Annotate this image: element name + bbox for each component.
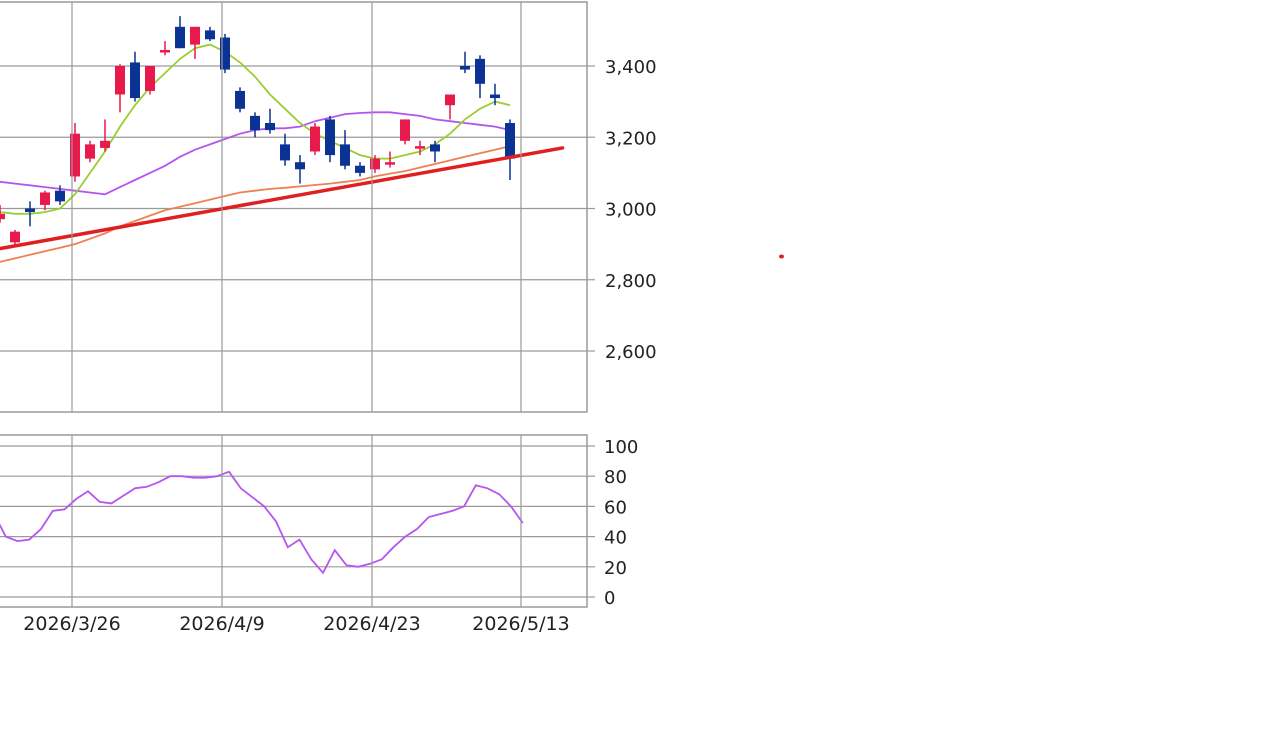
candle-up — [385, 162, 395, 165]
price-tick-label: 2,800 — [605, 271, 657, 292]
candle-down — [205, 30, 215, 40]
candle-down — [475, 58, 485, 84]
price-y-axis-labels: 2,600 2,800 3,000 3,200 3,400 — [605, 57, 657, 363]
candle-up — [160, 49, 170, 53]
candle-down — [175, 26, 185, 49]
candle-down — [250, 115, 260, 131]
candle-up — [115, 66, 125, 95]
candle-up — [400, 119, 410, 141]
x-axis-date-label: 2026/3/26 — [23, 613, 120, 635]
candle-up — [0, 213, 5, 220]
candle-down — [280, 144, 290, 161]
candle-down — [460, 66, 470, 70]
candle-down — [430, 144, 440, 152]
oscillator-tick-label: 0 — [604, 588, 615, 609]
oscillator-y-axis-labels: 0 20 40 60 80 100 — [604, 437, 638, 609]
candle-up — [100, 140, 110, 148]
oscillator-panel: 0 20 40 60 80 100 — [0, 434, 638, 609]
candle-down — [340, 144, 350, 166]
x-axis-date-label: 2026/4/9 — [179, 613, 264, 635]
candle-down — [265, 123, 275, 131]
candle-up — [10, 231, 20, 243]
candle-down — [25, 208, 35, 213]
candle-down — [130, 62, 140, 99]
candle-up — [85, 144, 95, 159]
candle-down — [355, 165, 365, 173]
candle-down — [295, 162, 305, 170]
oscillator-tick-label: 40 — [604, 528, 627, 549]
x-axis-date-label: 2026/4/23 — [323, 613, 420, 635]
candle-down — [325, 119, 335, 156]
oscillator-tick-label: 100 — [604, 437, 638, 458]
price-tick-label: 3,400 — [605, 57, 657, 78]
candle-up — [445, 94, 455, 106]
price-tick-label: 3,200 — [605, 128, 657, 149]
x-axis-date-label: 2026/5/13 — [472, 613, 569, 635]
x-axis-date-labels: 2026/3/26 2026/4/9 2026/4/23 2026/5/13 — [23, 613, 569, 635]
candle-up — [310, 126, 320, 152]
candle-up — [190, 26, 200, 45]
candle-up — [40, 192, 50, 205]
price-tick-label: 2,600 — [605, 342, 657, 363]
candle-up — [145, 66, 155, 91]
candle-up — [415, 146, 425, 149]
oscillator-tick-label: 20 — [604, 558, 627, 579]
oscillator-tick-label: 80 — [604, 467, 627, 488]
oscillator-panel-frame — [0, 434, 588, 608]
stock-chart: 2,600 2,800 3,000 3,200 3,400 0 20 40 60 80 100 2… — [0, 1, 784, 635]
price-panel: 2,600 2,800 3,000 3,200 3,400 — [0, 1, 657, 413]
stray-red-mark — [779, 254, 784, 259]
candle-down — [235, 90, 245, 109]
oscillator-tick-label: 60 — [604, 497, 627, 518]
candle-down — [490, 94, 500, 99]
candle-down — [55, 190, 65, 202]
candle-down — [505, 123, 515, 159]
price-tick-label: 3,000 — [605, 200, 657, 221]
